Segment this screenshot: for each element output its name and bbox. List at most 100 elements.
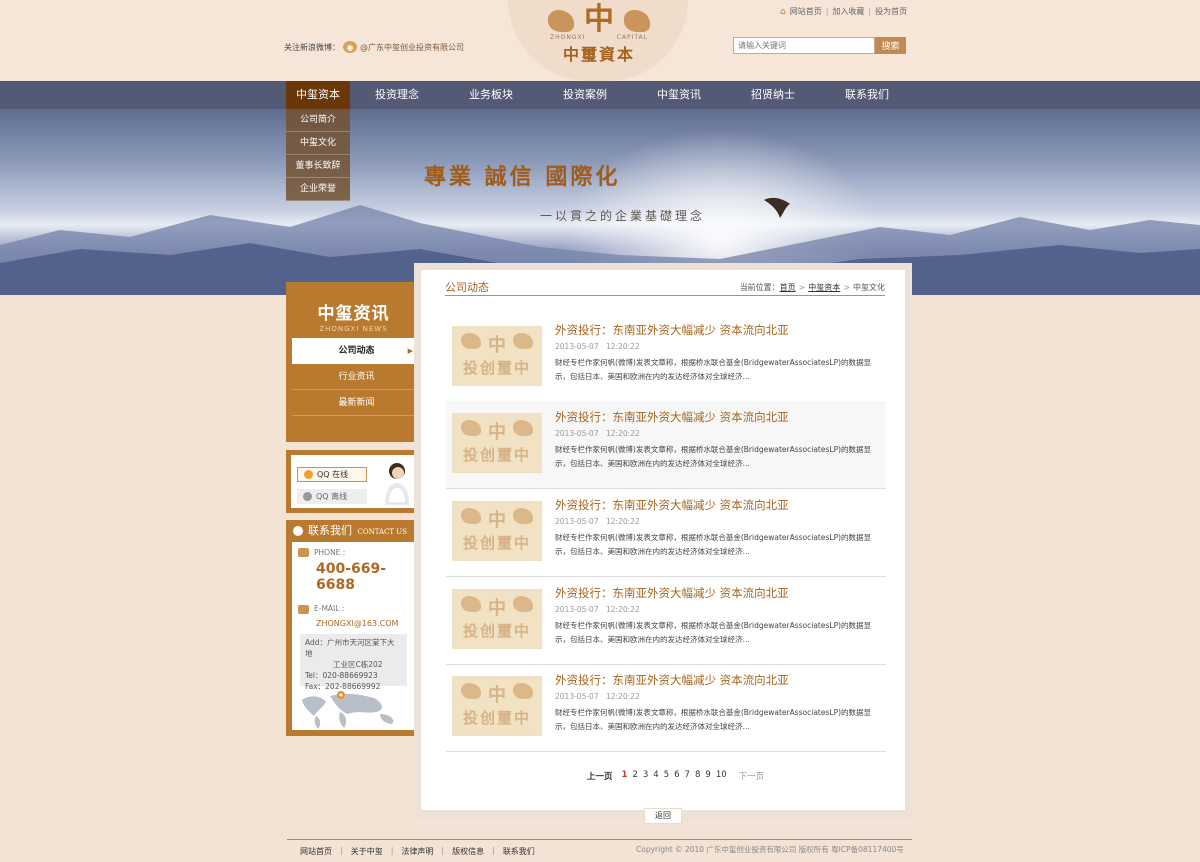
- nav-item-contact[interactable]: 联系我们: [820, 81, 914, 109]
- footer-link-copyright[interactable]: 版权信息: [452, 846, 484, 857]
- search-button[interactable]: 搜索: [875, 37, 906, 54]
- nav-item-business[interactable]: 业务板块: [444, 81, 538, 109]
- email-label: E-MAIL :: [314, 604, 345, 613]
- list-item[interactable]: 中 投创璽中 外资投行：东南亚外资大幅减少 资本流向北亚 2013-05-07 …: [446, 314, 886, 402]
- article-title[interactable]: 外资投行：东南亚外资大幅减少 资本流向北亚: [555, 585, 789, 601]
- search-input[interactable]: [733, 37, 875, 54]
- article-title[interactable]: 外资投行：东南亚外资大幅减少 资本流向北亚: [555, 672, 789, 688]
- nav-item-careers[interactable]: 招贤纳士: [726, 81, 820, 109]
- world-map[interactable]: [300, 690, 407, 730]
- nav-item-news[interactable]: 中玺资讯: [632, 81, 726, 109]
- weibo-link[interactable]: @广东中玺创业投资有限公司: [360, 42, 464, 53]
- article-thumbnail[interactable]: 中 投创璽中: [452, 676, 542, 736]
- page-link-5[interactable]: 5: [664, 770, 669, 782]
- phone-number[interactable]: 400-669-6688: [316, 561, 415, 593]
- content-panel: 公司动态 当前位置：首页 > 中玺资本 > 中玺文化 中 投创璽中 外资投行：东南亚外资…: [421, 270, 905, 810]
- footer-link-about[interactable]: 关于中玺: [351, 846, 383, 857]
- article-date: 2013-05-07 12:20:22: [555, 605, 640, 614]
- contact-title-en: CONTACT US: [357, 528, 408, 536]
- list-item[interactable]: 中 投创璽中 外资投行：东南亚外资大幅减少 资本流向北亚 2013-05-07 …: [446, 401, 886, 489]
- page-link-4[interactable]: 4: [653, 770, 658, 782]
- breadcrumb: 当前位置：首页 > 中玺资本 > 中玺文化: [740, 282, 885, 293]
- separator: |: [441, 846, 445, 855]
- footer-divider: [287, 839, 912, 840]
- article-thumbnail[interactable]: 中 投创璽中: [452, 501, 542, 561]
- logo-en-right: CAPITAL: [616, 34, 648, 41]
- page-link-7[interactable]: 7: [685, 770, 690, 782]
- search-bar: 搜索: [733, 37, 906, 54]
- footer-link-contact[interactable]: 联系我们: [503, 846, 535, 857]
- thumb-text: 投创璽中: [462, 709, 531, 727]
- site-logo[interactable]: 中 ZHONGXI CAPITAL 中璽資本: [540, 4, 658, 74]
- page-link-9[interactable]: 9: [705, 770, 710, 782]
- nav-item-cases[interactable]: 投资案例: [538, 81, 632, 109]
- news-menu-item-industry[interactable]: 行业资讯: [292, 364, 421, 390]
- article-summary: 财经专栏作家何帆(微博)发表文章称，根据桥水联合基金(BridgewaterAs…: [555, 708, 872, 731]
- nav-item-investment-philosophy[interactable]: 投资理念: [350, 81, 444, 109]
- pagination-prev[interactable]: 上一页: [587, 770, 613, 782]
- main-nav: 中玺资本 投资理念 业务板块 投资案例 中玺资讯 招贤纳士 联系我们: [0, 81, 1200, 109]
- article-title[interactable]: 外资投行：东南亚外资大幅减少 资本流向北亚: [555, 322, 789, 338]
- article-thumbnail[interactable]: 中 投创璽中: [452, 589, 542, 649]
- thumb-lion-left-icon: [461, 683, 481, 699]
- dropdown-item-profile[interactable]: 公司简介: [286, 109, 350, 132]
- eagle-icon: [764, 197, 790, 218]
- page-link-2[interactable]: 2: [632, 770, 637, 782]
- page-link-1[interactable]: 1: [622, 770, 628, 782]
- page-link-10[interactable]: 10: [716, 770, 727, 782]
- page-link-3[interactable]: 3: [643, 770, 648, 782]
- address-line-1: Add：广州市天河区棠下大地: [305, 638, 395, 658]
- nav-items: 中玺资本 投资理念 业务板块 投资案例 中玺资讯 招贤纳士 联系我们: [286, 81, 914, 109]
- footer-link-home[interactable]: 网站首页: [300, 846, 332, 857]
- qq-panel: QQ 在线 QQ 离线: [291, 455, 416, 508]
- weibo-icon[interactable]: ◉: [343, 41, 357, 53]
- qq-online-button[interactable]: QQ 在线: [297, 467, 367, 482]
- top-link-contribute[interactable]: 投为首页: [875, 6, 907, 17]
- breadcrumb-parent[interactable]: 中玺资本: [808, 283, 840, 292]
- article-summary: 财经专栏作家何帆(微博)发表文章称，根据桥水联合基金(BridgewaterAs…: [555, 533, 872, 556]
- top-link-favorite[interactable]: 加入收藏: [832, 6, 864, 17]
- separator: |: [390, 846, 394, 855]
- thumb-text: 投创璽中: [462, 534, 531, 552]
- dropdown-item-honors[interactable]: 企业荣誉: [286, 178, 350, 201]
- news-menu-item-latest[interactable]: 最新新闻: [292, 390, 421, 416]
- breadcrumb-current: 中玺文化: [853, 283, 885, 292]
- page-link-6[interactable]: 6: [674, 770, 679, 782]
- breadcrumb-home[interactable]: 首页: [780, 283, 796, 292]
- breadcrumb-arrow-icon: >: [798, 283, 806, 292]
- thumb-lion-right-icon: [513, 596, 533, 612]
- list-item[interactable]: 中 投创璽中 外资投行：东南亚外资大幅减少 资本流向北亚 2013-05-07 …: [446, 577, 886, 665]
- qq-offline-button[interactable]: QQ 离线: [297, 489, 367, 504]
- article-thumbnail[interactable]: 中 投创璽中: [452, 326, 542, 386]
- phone-icon: [298, 548, 309, 557]
- article-title[interactable]: 外资投行：东南亚外资大幅减少 资本流向北亚: [555, 497, 789, 513]
- thumb-lion-right-icon: [513, 333, 533, 349]
- pagination: 上一页 1 2 3 4 5 6 7 8 9 10 下一页: [587, 770, 764, 782]
- address-line-2: 工业区C栋202: [333, 660, 383, 669]
- email-address[interactable]: ZHONGXI@163.COM: [316, 619, 398, 628]
- nav-item-zhongxi-capital[interactable]: 中玺资本: [286, 81, 350, 109]
- list-item[interactable]: 中 投创璽中 外资投行：东南亚外资大幅减少 资本流向北亚 2013-05-07 …: [446, 489, 886, 577]
- contact-title: 联系我们: [308, 524, 352, 537]
- article-title[interactable]: 外资投行：东南亚外资大幅减少 资本流向北亚: [555, 409, 789, 425]
- dropdown-item-chairman[interactable]: 董事长致辞: [286, 155, 350, 178]
- clock-icon: [293, 526, 303, 536]
- site-header: 中 ZHONGXI CAPITAL 中璽資本 关注新浪微博： ◉ @广东中玺创业…: [0, 0, 1200, 81]
- qq-penguin-icon: [304, 470, 313, 479]
- back-button[interactable]: 返回: [644, 808, 682, 824]
- dropdown-item-culture[interactable]: 中玺文化: [286, 132, 350, 155]
- thumb-text: 投创璽中: [462, 446, 531, 464]
- pagination-next[interactable]: 下一页: [739, 770, 765, 782]
- news-menu-item-company[interactable]: 公司动态: [292, 338, 421, 364]
- news-menu-items: 公司动态 行业资讯 最新新闻: [292, 338, 421, 416]
- top-link-home[interactable]: 网站首页: [790, 6, 822, 17]
- page-link-8[interactable]: 8: [695, 770, 700, 782]
- news-menu-subtitle: ZHONGXI NEWS: [319, 325, 388, 333]
- qq-offline-label: QQ 离线: [316, 492, 348, 501]
- article-summary: 财经专栏作家何帆(微博)发表文章称，根据桥水联合基金(BridgewaterAs…: [555, 358, 872, 381]
- footer-link-legal[interactable]: 法律声明: [401, 846, 433, 857]
- separator: |: [492, 846, 495, 855]
- article-thumbnail[interactable]: 中 投创璽中: [452, 413, 542, 473]
- thumb-lion-left-icon: [461, 508, 481, 524]
- list-item[interactable]: 中 投创璽中 外资投行：东南亚外资大幅减少 资本流向北亚 2013-05-07 …: [446, 664, 886, 752]
